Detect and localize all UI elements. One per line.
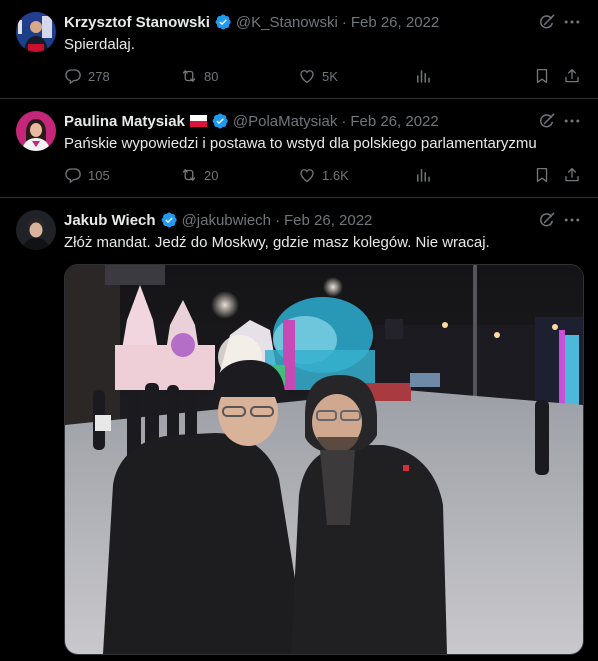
author-handle[interactable]: @K_Stanowski bbox=[236, 14, 338, 31]
tweet-header: Jakub Wiech @jakubwiech · Feb 26, 2022 bbox=[64, 210, 372, 230]
reply-count: 105 bbox=[88, 167, 110, 183]
views-icon bbox=[414, 67, 432, 85]
tweet-date[interactable]: Feb 26, 2022 bbox=[350, 113, 438, 130]
bookmark-icon bbox=[533, 166, 551, 184]
like-count: 5K bbox=[322, 68, 338, 84]
verified-badge-icon bbox=[214, 13, 232, 31]
more-icon[interactable] bbox=[562, 12, 582, 32]
separator: · bbox=[275, 211, 280, 229]
like-icon bbox=[298, 67, 316, 85]
avatar[interactable] bbox=[16, 111, 56, 151]
tweet-text: Pańskie wypowiedzi i postawa to wstyd dl… bbox=[64, 135, 537, 152]
reply-icon bbox=[64, 67, 82, 85]
photo-illustration bbox=[65, 265, 583, 654]
bookmark-button[interactable] bbox=[533, 165, 551, 185]
author-handle[interactable]: @jakubwiech bbox=[182, 212, 271, 229]
tweet-date[interactable]: Feb 26, 2022 bbox=[284, 212, 372, 229]
retweet-count: 80 bbox=[204, 68, 219, 84]
views-button[interactable] bbox=[414, 165, 432, 185]
avatar[interactable] bbox=[16, 12, 56, 52]
grok-icon[interactable] bbox=[537, 210, 557, 230]
bookmark-button[interactable] bbox=[533, 66, 551, 86]
poland-flag-icon bbox=[189, 115, 207, 127]
share-button[interactable] bbox=[563, 165, 581, 185]
tweet-header: Krzysztof Stanowski @K_Stanowski · Feb 2… bbox=[64, 12, 439, 32]
tweet-date[interactable]: Feb 26, 2022 bbox=[351, 14, 439, 31]
author-name[interactable]: Paulina Matysiak bbox=[64, 113, 185, 130]
share-icon bbox=[563, 166, 581, 184]
retweet-button[interactable]: 20 bbox=[180, 165, 218, 185]
more-icon[interactable] bbox=[562, 111, 582, 131]
reply-icon bbox=[64, 166, 82, 184]
tweet-2[interactable]: Paulina Matysiak @PolaMatysiak · Feb 26,… bbox=[0, 99, 598, 197]
reply-button[interactable]: 105 bbox=[64, 165, 110, 185]
reply-count: 278 bbox=[88, 68, 110, 84]
tweet-actions: 105 20 1.6K bbox=[64, 165, 584, 185]
share-button[interactable] bbox=[563, 66, 581, 86]
more-icon[interactable] bbox=[562, 210, 582, 230]
author-name[interactable]: Krzysztof Stanowski bbox=[64, 14, 210, 31]
grok-icon[interactable] bbox=[537, 12, 557, 32]
retweet-icon bbox=[180, 166, 198, 184]
avatar[interactable] bbox=[16, 210, 56, 250]
verified-badge-icon bbox=[211, 112, 229, 130]
tweet-header: Paulina Matysiak @PolaMatysiak · Feb 26,… bbox=[64, 111, 439, 131]
share-icon bbox=[563, 67, 581, 85]
grok-icon[interactable] bbox=[537, 111, 557, 131]
retweet-button[interactable]: 80 bbox=[180, 66, 218, 86]
like-button[interactable]: 1.6K bbox=[298, 165, 349, 185]
like-count: 1.6K bbox=[322, 167, 349, 183]
bookmark-icon bbox=[533, 67, 551, 85]
author-name[interactable]: Jakub Wiech bbox=[64, 212, 156, 229]
author-handle[interactable]: @PolaMatysiak bbox=[233, 113, 337, 130]
retweet-count: 20 bbox=[204, 167, 219, 183]
tweet-text: Spierdalaj. bbox=[64, 36, 135, 53]
separator: · bbox=[341, 112, 347, 130]
tweet-text: Złóż mandat. Jedź do Moskwy, gdzie masz … bbox=[64, 234, 490, 251]
retweet-icon bbox=[180, 67, 198, 85]
like-button[interactable]: 5K bbox=[298, 66, 338, 86]
views-icon bbox=[414, 166, 432, 184]
views-button[interactable] bbox=[414, 66, 432, 86]
separator: · bbox=[341, 13, 347, 31]
verified-badge-icon bbox=[160, 211, 178, 229]
like-icon bbox=[298, 166, 316, 184]
tweet-photo[interactable] bbox=[64, 264, 584, 655]
tweet-1[interactable]: Krzysztof Stanowski @K_Stanowski · Feb 2… bbox=[0, 0, 598, 98]
tweet-actions: 278 80 5K bbox=[64, 66, 584, 86]
reply-button[interactable]: 278 bbox=[64, 66, 110, 86]
